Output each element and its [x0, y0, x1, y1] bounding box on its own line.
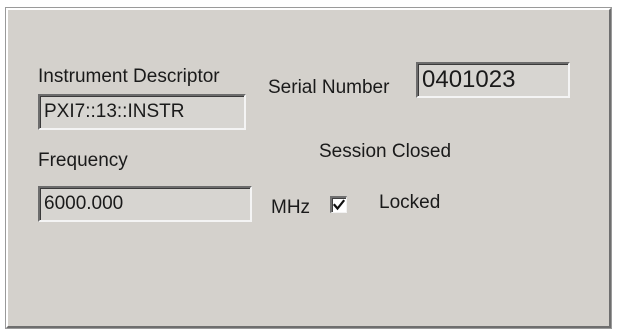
checkmark-icon — [333, 199, 345, 211]
serial-number-label: Serial Number — [268, 77, 390, 98]
frequency-field[interactable]: 6000.000 — [38, 186, 252, 222]
frequency-label: Frequency — [38, 150, 128, 171]
serial-number-field[interactable]: 0401023 — [416, 62, 570, 98]
locked-label: Locked — [379, 192, 441, 213]
instrument-descriptor-field[interactable]: PXI7::13::INSTR — [38, 94, 246, 130]
instrument-panel: Instrument Descriptor PXI7::13::INSTR Se… — [6, 8, 611, 328]
session-status-text: Session Closed — [319, 141, 452, 162]
frequency-unit-label: MHz — [271, 197, 311, 218]
instrument-descriptor-label: Instrument Descriptor — [38, 66, 220, 87]
locked-checkbox[interactable] — [330, 196, 347, 213]
